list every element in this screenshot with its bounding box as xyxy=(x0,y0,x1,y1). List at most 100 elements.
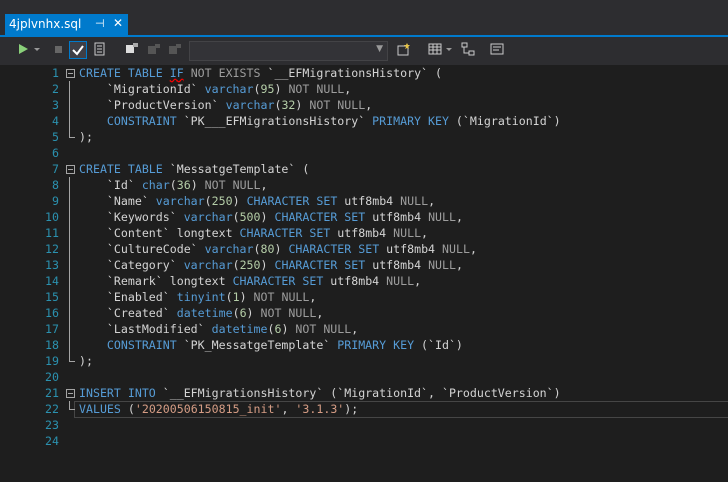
line-number: 4 xyxy=(52,114,59,128)
line-number: 19 xyxy=(45,354,59,368)
code-text: `Name` varchar(250) CHARACTER SET utf8mb… xyxy=(79,194,436,208)
connect-icon[interactable] xyxy=(124,42,140,58)
run-dropdown-icon[interactable] xyxy=(32,42,42,58)
execution-plan-icon[interactable] xyxy=(460,42,476,58)
code-text: `Category` varchar(250) CHARACTER SET ut… xyxy=(79,258,463,272)
code-line[interactable]: 17 `LastModified` datetime(6) NOT NULL, xyxy=(0,321,728,337)
fold-guide xyxy=(69,289,70,305)
code-line[interactable]: 9 `Name` varchar(250) CHARACTER SET utf8… xyxy=(0,193,728,209)
code-line[interactable]: 5); xyxy=(0,129,728,145)
code-text: VALUES ('20200506150815_init', '3.1.3'); xyxy=(79,402,359,416)
code-line[interactable]: 14 `Remark` longtext CHARACTER SET utf8m… xyxy=(0,273,728,289)
code-line[interactable]: 19); xyxy=(0,353,728,369)
code-line[interactable]: 11 `Content` longtext CHARACTER SET utf8… xyxy=(0,225,728,241)
chevron-down-icon: ▼ xyxy=(376,44,383,54)
code-text: CONSTRAINT `PK_MessatgeTemplate` PRIMARY… xyxy=(79,338,463,352)
code-text: CREATE TABLE IF NOT EXISTS `__EFMigratio… xyxy=(79,66,442,80)
code-text: ); xyxy=(79,354,93,368)
stop-icon[interactable] xyxy=(51,42,67,58)
line-number: 13 xyxy=(45,258,59,272)
results-dropdown-icon[interactable] xyxy=(444,42,454,58)
code-line[interactable]: 2 `MigrationId` varchar(95) NOT NULL, xyxy=(0,81,728,97)
code-text: `Keywords` varchar(500) CHARACTER SET ut… xyxy=(79,210,463,224)
line-number: 8 xyxy=(52,178,59,192)
fold-guide xyxy=(69,257,70,273)
document-tab-strip: 4jplvnhx.sql ⊣ ✕ xyxy=(0,0,728,37)
collapse-icon[interactable] xyxy=(66,69,75,78)
code-line[interactable]: 12 `CultureCode` varchar(80) CHARACTER S… xyxy=(0,241,728,257)
code-line[interactable]: 1 CREATE TABLE IF NOT EXISTS `__EFMigrati… xyxy=(0,65,728,81)
code-text: `Content` longtext CHARACTER SET utf8mb4… xyxy=(79,226,429,240)
line-number: 2 xyxy=(52,82,59,96)
code-line[interactable]: 23 xyxy=(0,417,728,433)
line-number: 16 xyxy=(45,306,59,320)
line-number: 14 xyxy=(45,274,59,288)
fold-guide xyxy=(69,97,70,113)
code-line[interactable]: 4 CONSTRAINT `PK___EFMigrationsHistory` … xyxy=(0,113,728,129)
line-number: 15 xyxy=(45,290,59,304)
code-text: ); xyxy=(79,130,93,144)
line-number: 5 xyxy=(52,130,59,144)
fold-guide xyxy=(69,305,70,321)
fold-guide xyxy=(69,113,70,129)
line-number: 18 xyxy=(45,338,59,352)
validate-icon[interactable] xyxy=(69,41,87,59)
code-line[interactable]: 22 VALUES ('20200506150815_init', '3.1.3'… xyxy=(0,401,728,418)
close-icon[interactable]: ✕ xyxy=(113,16,123,30)
fold-guide xyxy=(69,177,70,193)
line-number: 21 xyxy=(45,386,59,400)
code-line[interactable]: 20 xyxy=(0,369,728,385)
line-number: 24 xyxy=(45,434,59,448)
code-line[interactable]: 10 `Keywords` varchar(500) CHARACTER SET… xyxy=(0,209,728,225)
line-number: 12 xyxy=(45,242,59,256)
code-text: `LastModified` datetime(6) NOT NULL, xyxy=(79,322,359,336)
fold-guide xyxy=(69,241,70,257)
properties-icon[interactable] xyxy=(489,42,505,58)
fold-guide xyxy=(69,193,70,209)
line-number: 6 xyxy=(52,146,59,160)
line-number: 7 xyxy=(52,162,59,176)
sql-toolbar: ▼ xyxy=(0,37,728,65)
code-text: `CultureCode` varchar(80) CHARACTER SET … xyxy=(79,242,477,256)
results-grid-icon[interactable] xyxy=(427,42,443,58)
sql-editor[interactable]: 1 CREATE TABLE IF NOT EXISTS `__EFMigrati… xyxy=(0,65,728,482)
fold-guide-end xyxy=(69,401,75,410)
fold-guide xyxy=(69,81,70,97)
line-number: 3 xyxy=(52,98,59,112)
code-line[interactable]: 6 xyxy=(0,145,728,161)
collapse-icon[interactable] xyxy=(66,389,75,398)
tab-sql-file[interactable]: 4jplvnhx.sql ⊣ ✕ xyxy=(5,14,128,35)
fold-guide-end xyxy=(69,129,75,138)
code-line[interactable]: 16 `Created` datetime(6) NOT NULL, xyxy=(0,305,728,321)
fold-guide xyxy=(69,273,70,289)
code-line[interactable]: 24 xyxy=(0,433,728,449)
line-number: 10 xyxy=(45,210,59,224)
fold-guide xyxy=(69,321,70,337)
line-number: 17 xyxy=(45,322,59,336)
code-line[interactable]: 7 CREATE TABLE `MessatgeTemplate` ( xyxy=(0,161,728,177)
run-icon[interactable] xyxy=(15,42,31,58)
code-text: INSERT INTO `__EFMigrationsHistory` (`Mi… xyxy=(79,386,561,400)
code-text: `ProductVersion` varchar(32) NOT NULL, xyxy=(79,98,373,112)
collapse-icon[interactable] xyxy=(66,165,75,174)
fold-guide xyxy=(69,337,70,353)
code-line[interactable]: 15 `Enabled` tinyint(1) NOT NULL, xyxy=(0,289,728,305)
new-query-icon[interactable] xyxy=(396,42,412,58)
code-line[interactable]: 8 `Id` char(36) NOT NULL, xyxy=(0,177,728,193)
line-number: 23 xyxy=(45,418,59,432)
code-line[interactable]: 18 CONSTRAINT `PK_MessatgeTemplate` PRIM… xyxy=(0,337,728,353)
code-line[interactable]: 13 `Category` varchar(250) CHARACTER SET… xyxy=(0,257,728,273)
code-line[interactable]: 3 `ProductVersion` varchar(32) NOT NULL, xyxy=(0,97,728,113)
fold-guide-end xyxy=(69,353,75,362)
disconnect-icon[interactable] xyxy=(146,42,162,58)
database-combo[interactable]: ▼ xyxy=(189,41,388,61)
results-icon[interactable] xyxy=(92,42,108,58)
code-text: `Created` datetime(6) NOT NULL, xyxy=(79,306,324,320)
code-line[interactable]: 21 INSERT INTO `__EFMigrationsHistory` (`… xyxy=(0,385,728,401)
code-text: `MigrationId` varchar(95) NOT NULL, xyxy=(79,82,352,96)
tab-title: 4jplvnhx.sql xyxy=(9,17,82,31)
change-connection-icon[interactable] xyxy=(167,42,183,58)
code-text: CONSTRAINT `PK___EFMigrationsHistory` PR… xyxy=(79,114,561,128)
pin-icon[interactable]: ⊣ xyxy=(95,17,105,30)
fold-guide xyxy=(69,225,70,241)
